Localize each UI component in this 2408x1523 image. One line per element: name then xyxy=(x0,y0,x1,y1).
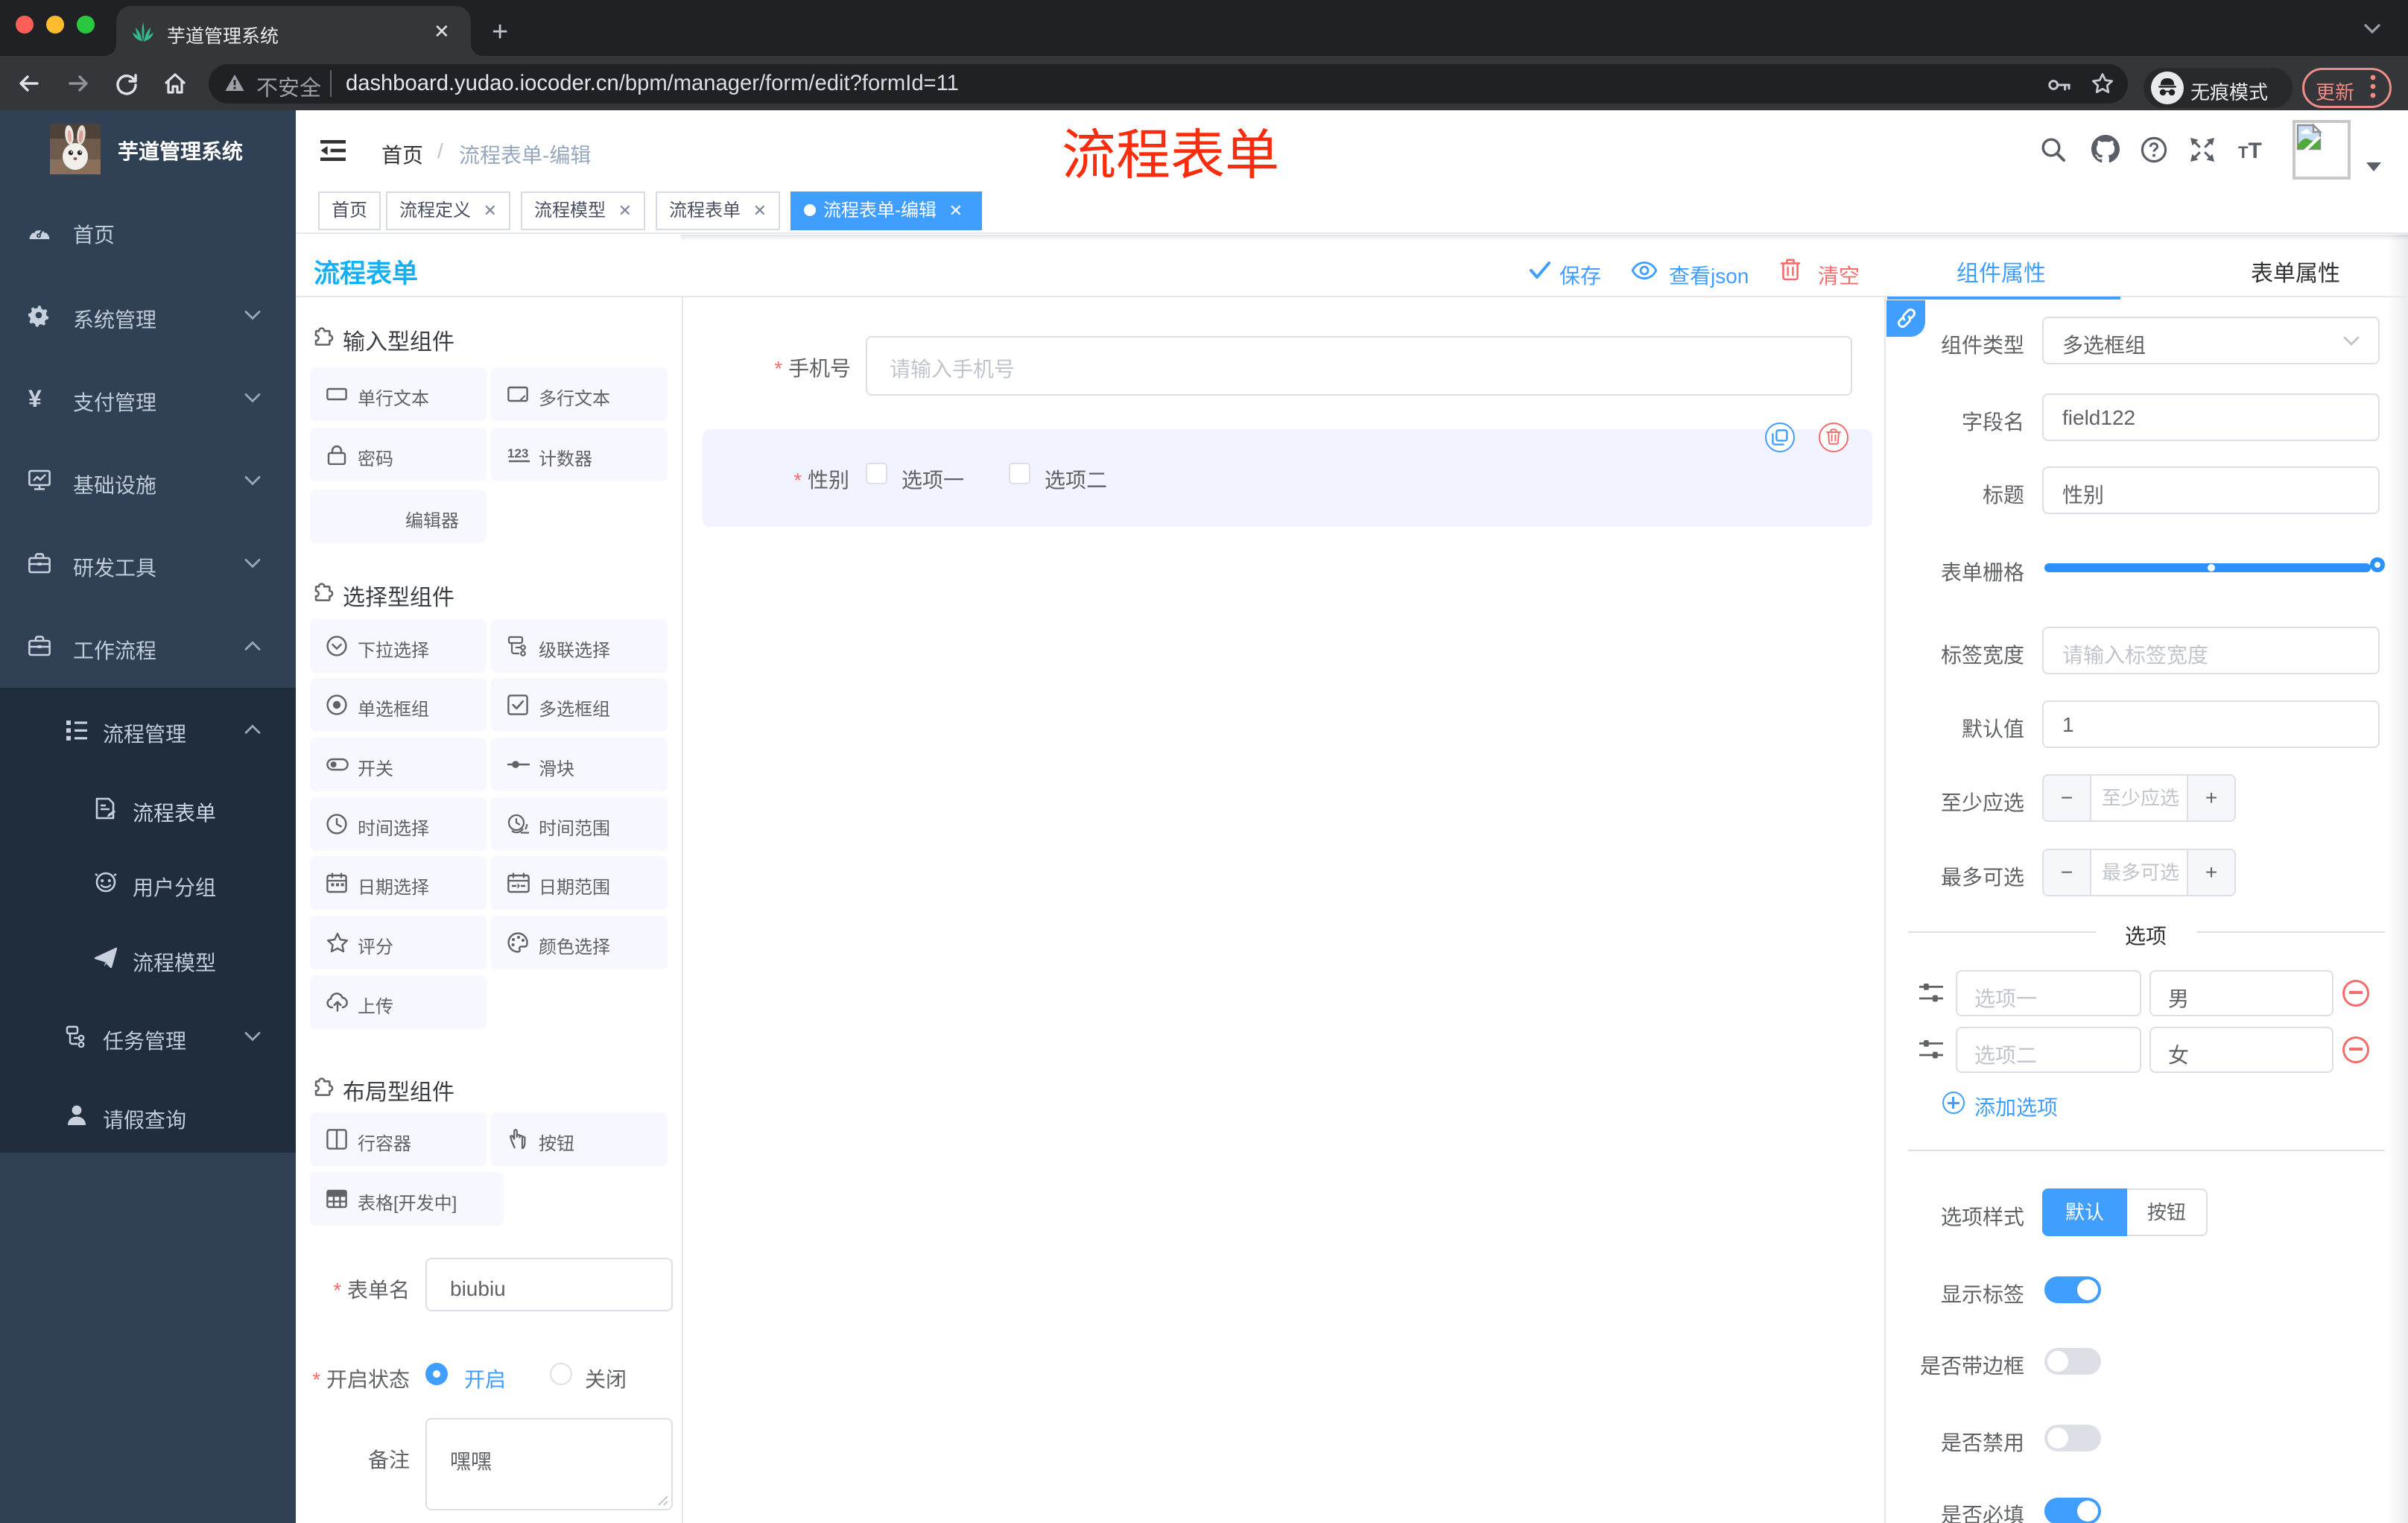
svg-text:123: 123 xyxy=(507,446,528,460)
